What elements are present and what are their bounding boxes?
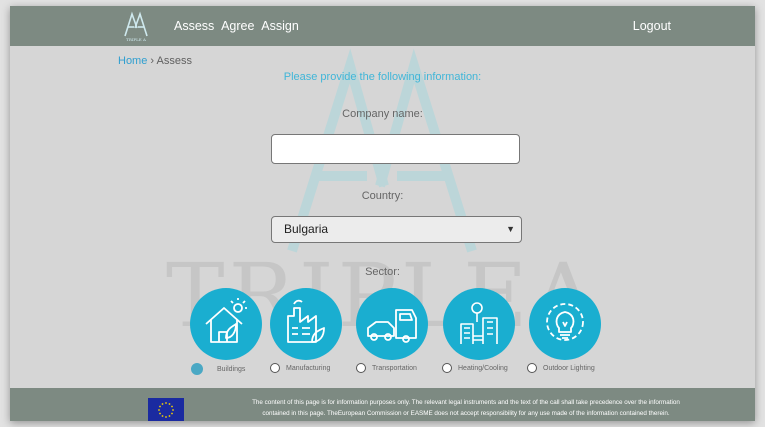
sector-radio-label: Transportation [372, 364, 417, 372]
eu-flag-icon [148, 398, 184, 421]
nav-assign[interactable]: Assign [261, 19, 299, 33]
radio-button[interactable] [270, 363, 280, 373]
sector-label: Sector: [365, 266, 400, 278]
radio-button[interactable] [191, 363, 203, 375]
footer-disclaimer: The content of this page is for informat… [206, 397, 726, 419]
logo-text: TRIPLE A [126, 37, 146, 42]
top-navbar: TRIPLE A Assess Agree Assign Logout [10, 6, 755, 46]
sector-radio-label: Outdoor Lighting [543, 364, 595, 372]
sector-manufacturing-icon[interactable] [270, 288, 342, 360]
house-leaf-icon [205, 298, 247, 343]
country-label: Country: [361, 190, 404, 202]
disclaimer-line-2: contained in this page. TheEuropean Comm… [262, 410, 670, 417]
nav-assess[interactable]: Assess [174, 19, 214, 33]
country-select[interactable]: Bulgaria ▼ [271, 216, 522, 243]
district-heating-icon [460, 302, 498, 344]
sector-radio-manufacturing[interactable]: Manufacturing [270, 363, 330, 373]
lightbulb-gear-icon [546, 303, 584, 341]
sector-radio-label: Manufacturing [286, 364, 331, 372]
sector-transportation-icon[interactable] [356, 288, 428, 360]
logout-link[interactable]: Logout [633, 19, 671, 33]
sector-radio-buildings[interactable]: Buildings [191, 363, 245, 375]
factory-leaf-icon [287, 299, 325, 343]
dropdown-caret-icon: ▼ [506, 224, 515, 234]
form-heading: Please provide the following information… [283, 71, 482, 83]
radio-button[interactable] [527, 363, 537, 373]
company-name-input[interactable] [271, 134, 520, 164]
footer: The content of this page is for informat… [10, 388, 755, 421]
triple-a-logo[interactable]: TRIPLE A [122, 10, 150, 42]
breadcrumb-current: Assess [156, 55, 192, 67]
sector-radio-transportation[interactable]: Transportation [356, 363, 417, 373]
sector-radio-outdoor-lighting[interactable]: Outdoor Lighting [527, 363, 595, 373]
company-name-label: Company name: [342, 108, 423, 120]
sector-outdoor-lighting-icon[interactable] [529, 288, 601, 360]
radio-button[interactable] [442, 363, 452, 373]
breadcrumb-separator: › [150, 55, 155, 67]
breadcrumb-home[interactable]: Home [118, 55, 147, 67]
car-truck-icon [367, 309, 417, 343]
nav-agree[interactable]: Agree [221, 19, 254, 33]
sector-radio-label: Heating/Cooling [458, 364, 508, 372]
country-selected-value: Bulgaria [284, 222, 329, 236]
sector-radio-heating-cooling[interactable]: Heating/Cooling [442, 363, 508, 373]
sector-radio-label: Buildings [217, 365, 246, 373]
disclaimer-line-1: The content of this page is for informat… [252, 399, 680, 406]
sector-buildings-icon[interactable] [190, 288, 262, 360]
breadcrumb: Home › Assess [118, 55, 192, 67]
browser-viewport: TRIPLEA TRIPLE A Assess Agree Assign Log… [10, 6, 755, 421]
radio-button[interactable] [356, 363, 366, 373]
sector-heating-cooling-icon[interactable] [443, 288, 515, 360]
main-nav: Assess Agree Assign [174, 19, 303, 33]
